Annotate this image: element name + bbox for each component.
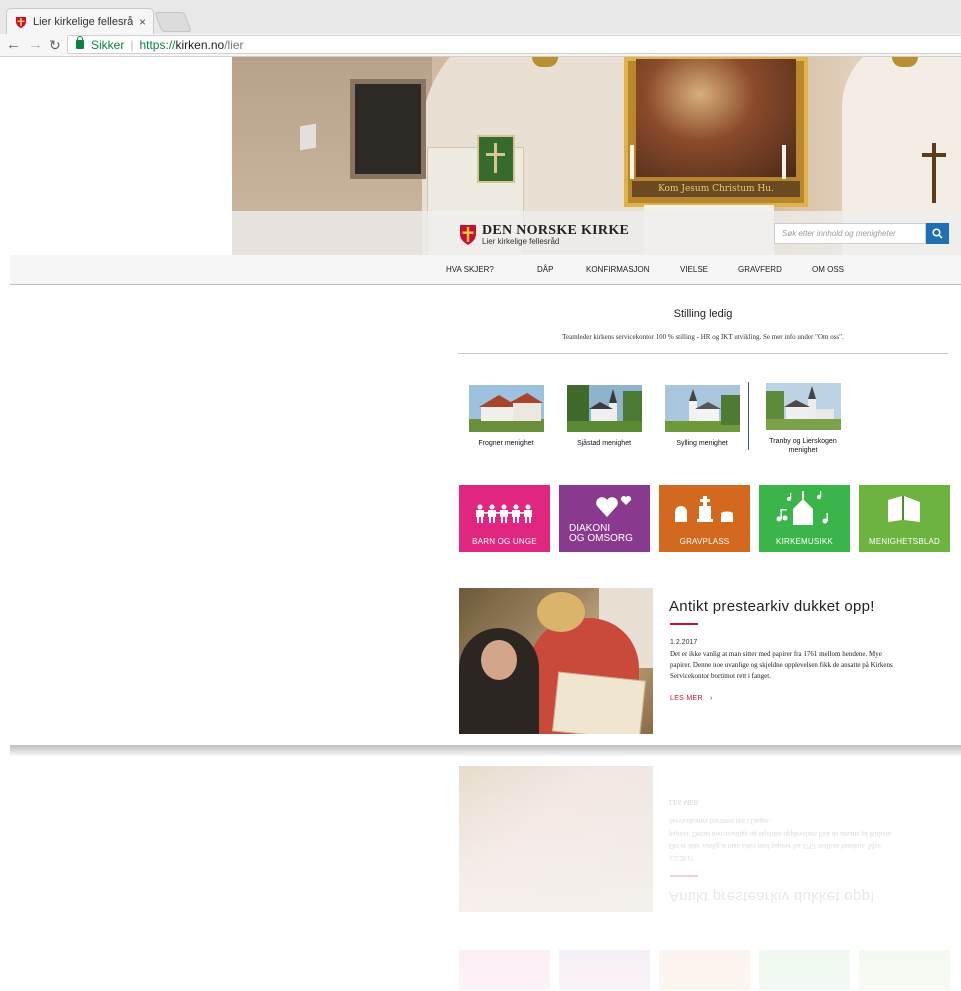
search-input[interactable]: Søk etter innhold og menigheter <box>774 223 926 244</box>
parish-sjastad[interactable]: Sjåstad menighet <box>565 385 643 448</box>
secure-label: Sikker <box>91 37 125 52</box>
read-more-label: LES MER <box>670 695 703 702</box>
church-window <box>350 79 426 179</box>
notice-text: Teamleder kirkens servicekontor 100 % st… <box>562 333 844 341</box>
tile-label: BARN OG UNGE <box>472 537 537 546</box>
news-body-line: Servicekontor bortimot rett i fanget. <box>670 672 771 680</box>
news-body: Det er ikke vanlig at man sitter med pap… <box>670 649 956 682</box>
tile-diakoni-og-omsorg[interactable]: DIAKONI OG OMSORG <box>559 485 650 552</box>
tile-label-line2: OG OMSORG <box>569 533 633 544</box>
main-nav: HVA SKJER? DÅP KONFIRMASJON VIELSE GRAVF… <box>10 255 961 285</box>
children-icon <box>476 504 532 523</box>
parish-frogner[interactable]: Frogner menighet <box>467 385 545 448</box>
reload-icon[interactable]: ↻ <box>49 35 61 55</box>
browser-toolbar: ← → ↻ Sikker | https:// kirken.no /lier <box>0 34 961 57</box>
nav-item-om-oss[interactable]: OM OSS <box>812 255 844 284</box>
tile-barn-og-unge[interactable]: BARN OG UNGE <box>459 485 550 552</box>
search-icon <box>932 228 943 239</box>
new-tab-button[interactable] <box>154 12 192 32</box>
page-reflection: LES MER Servicekontor bortimot rett i fa… <box>0 762 961 991</box>
news-body-line: papirer. Denne noe uvanlige og skjeldne … <box>670 661 893 669</box>
altarpiece-painting <box>636 59 796 177</box>
news-date: 1.2.2017 <box>670 639 698 646</box>
page-shadow <box>10 745 961 757</box>
browser-tab[interactable]: Lier kirkelige fellesråd - L × <box>6 8 154 34</box>
url-path: /lier <box>224 37 244 52</box>
nav-item-dap[interactable]: DÅP <box>537 255 553 284</box>
read-more-link[interactable]: LES MER › <box>670 695 713 702</box>
news-accent-rule <box>670 623 698 625</box>
parish-photo <box>468 385 544 432</box>
web-page: Kom Jesum Christum Hu. DEN NORSKE KIRKE … <box>10 57 961 750</box>
nav-item-gravferd[interactable]: GRAVFERD <box>738 255 782 284</box>
parish-photo <box>664 385 740 432</box>
church-shield-icon <box>16 16 26 28</box>
tile-label: KIRKEMUSIKK <box>776 537 833 546</box>
url-host: kirken.no <box>175 37 225 52</box>
church-music-icon <box>776 491 828 525</box>
tile-label: MENIGHETSBLAD <box>868 537 941 546</box>
parish-photo <box>765 383 841 430</box>
chevron-right-icon: › <box>710 695 713 702</box>
parish-photo <box>566 385 642 432</box>
parish-label: Frogner menighet <box>478 440 534 447</box>
nav-item-vielse[interactable]: VIELSE <box>680 255 708 284</box>
site-logo[interactable]: DEN NORSKE KIRKE Lier kirkelige fellesrå… <box>459 222 629 248</box>
tile-gravplass[interactable]: GRAVPLASS <box>659 485 750 552</box>
url-protocol: https:// <box>139 37 176 52</box>
news-title[interactable]: Antikt prestearkiv dukket opp! <box>669 598 959 615</box>
pulpit-cloth <box>477 135 515 183</box>
parish-sylling[interactable]: Sylling menighet <box>663 385 741 448</box>
parish-label: Tranby og Lierskogen menighet <box>769 438 837 454</box>
cross-icon <box>922 143 946 203</box>
parish-tranby-lierskogen[interactable]: Tranby og Lierskogen menighet <box>764 383 842 455</box>
gravestones-icon <box>675 496 733 522</box>
tile-kirkemusikk[interactable]: KIRKEMUSIKK <box>759 485 850 552</box>
search-button[interactable] <box>926 223 949 244</box>
nav-item-konfirmasjon[interactable]: KONFIRMASJON <box>586 255 650 284</box>
tile-label: GRAVPLASS <box>679 537 730 546</box>
logo-subtitle: Lier kirkelige fellesråd <box>482 236 560 246</box>
divider <box>458 353 948 354</box>
altarpiece-inscription: Kom Jesum Christum Hu. <box>632 181 800 197</box>
nav-item-hva-skjer[interactable]: HVA SKJER? <box>446 255 494 284</box>
notice-title: Stilling ledig <box>673 308 733 320</box>
news-photo[interactable] <box>459 588 653 734</box>
site-search: Søk etter innhold og menigheter <box>774 223 949 244</box>
tab-title: Lier kirkelige fellesråd - L <box>33 15 133 28</box>
address-bar[interactable]: Sikker | https:// kirken.no /lier <box>67 35 961 54</box>
logo-title: DEN NORSKE KIRKE <box>482 222 630 238</box>
url-separator: | <box>130 37 134 52</box>
magazine-icon <box>888 496 920 522</box>
parish-label: Sylling menighet <box>676 440 728 447</box>
close-tab-icon[interactable]: × <box>139 15 146 29</box>
church-shield-icon <box>460 225 476 245</box>
parish-label: Sjåstad menighet <box>576 440 632 447</box>
divider <box>748 382 749 450</box>
forward-icon[interactable]: → <box>28 35 43 55</box>
lock-icon <box>76 36 84 49</box>
tile-menighetsblad[interactable]: MENIGHETSBLAD <box>859 485 950 552</box>
browser-chrome: Lier kirkelige fellesråd - L × ← → ↻ Sik… <box>0 0 961 57</box>
hearts-icon <box>596 496 632 517</box>
back-icon[interactable]: ← <box>6 35 21 55</box>
wall-speaker <box>300 123 316 151</box>
tab-strip: Lier kirkelige fellesråd - L × <box>0 0 961 34</box>
news-body-line: Det er ikke vanlig at man sitter med pap… <box>670 650 882 658</box>
